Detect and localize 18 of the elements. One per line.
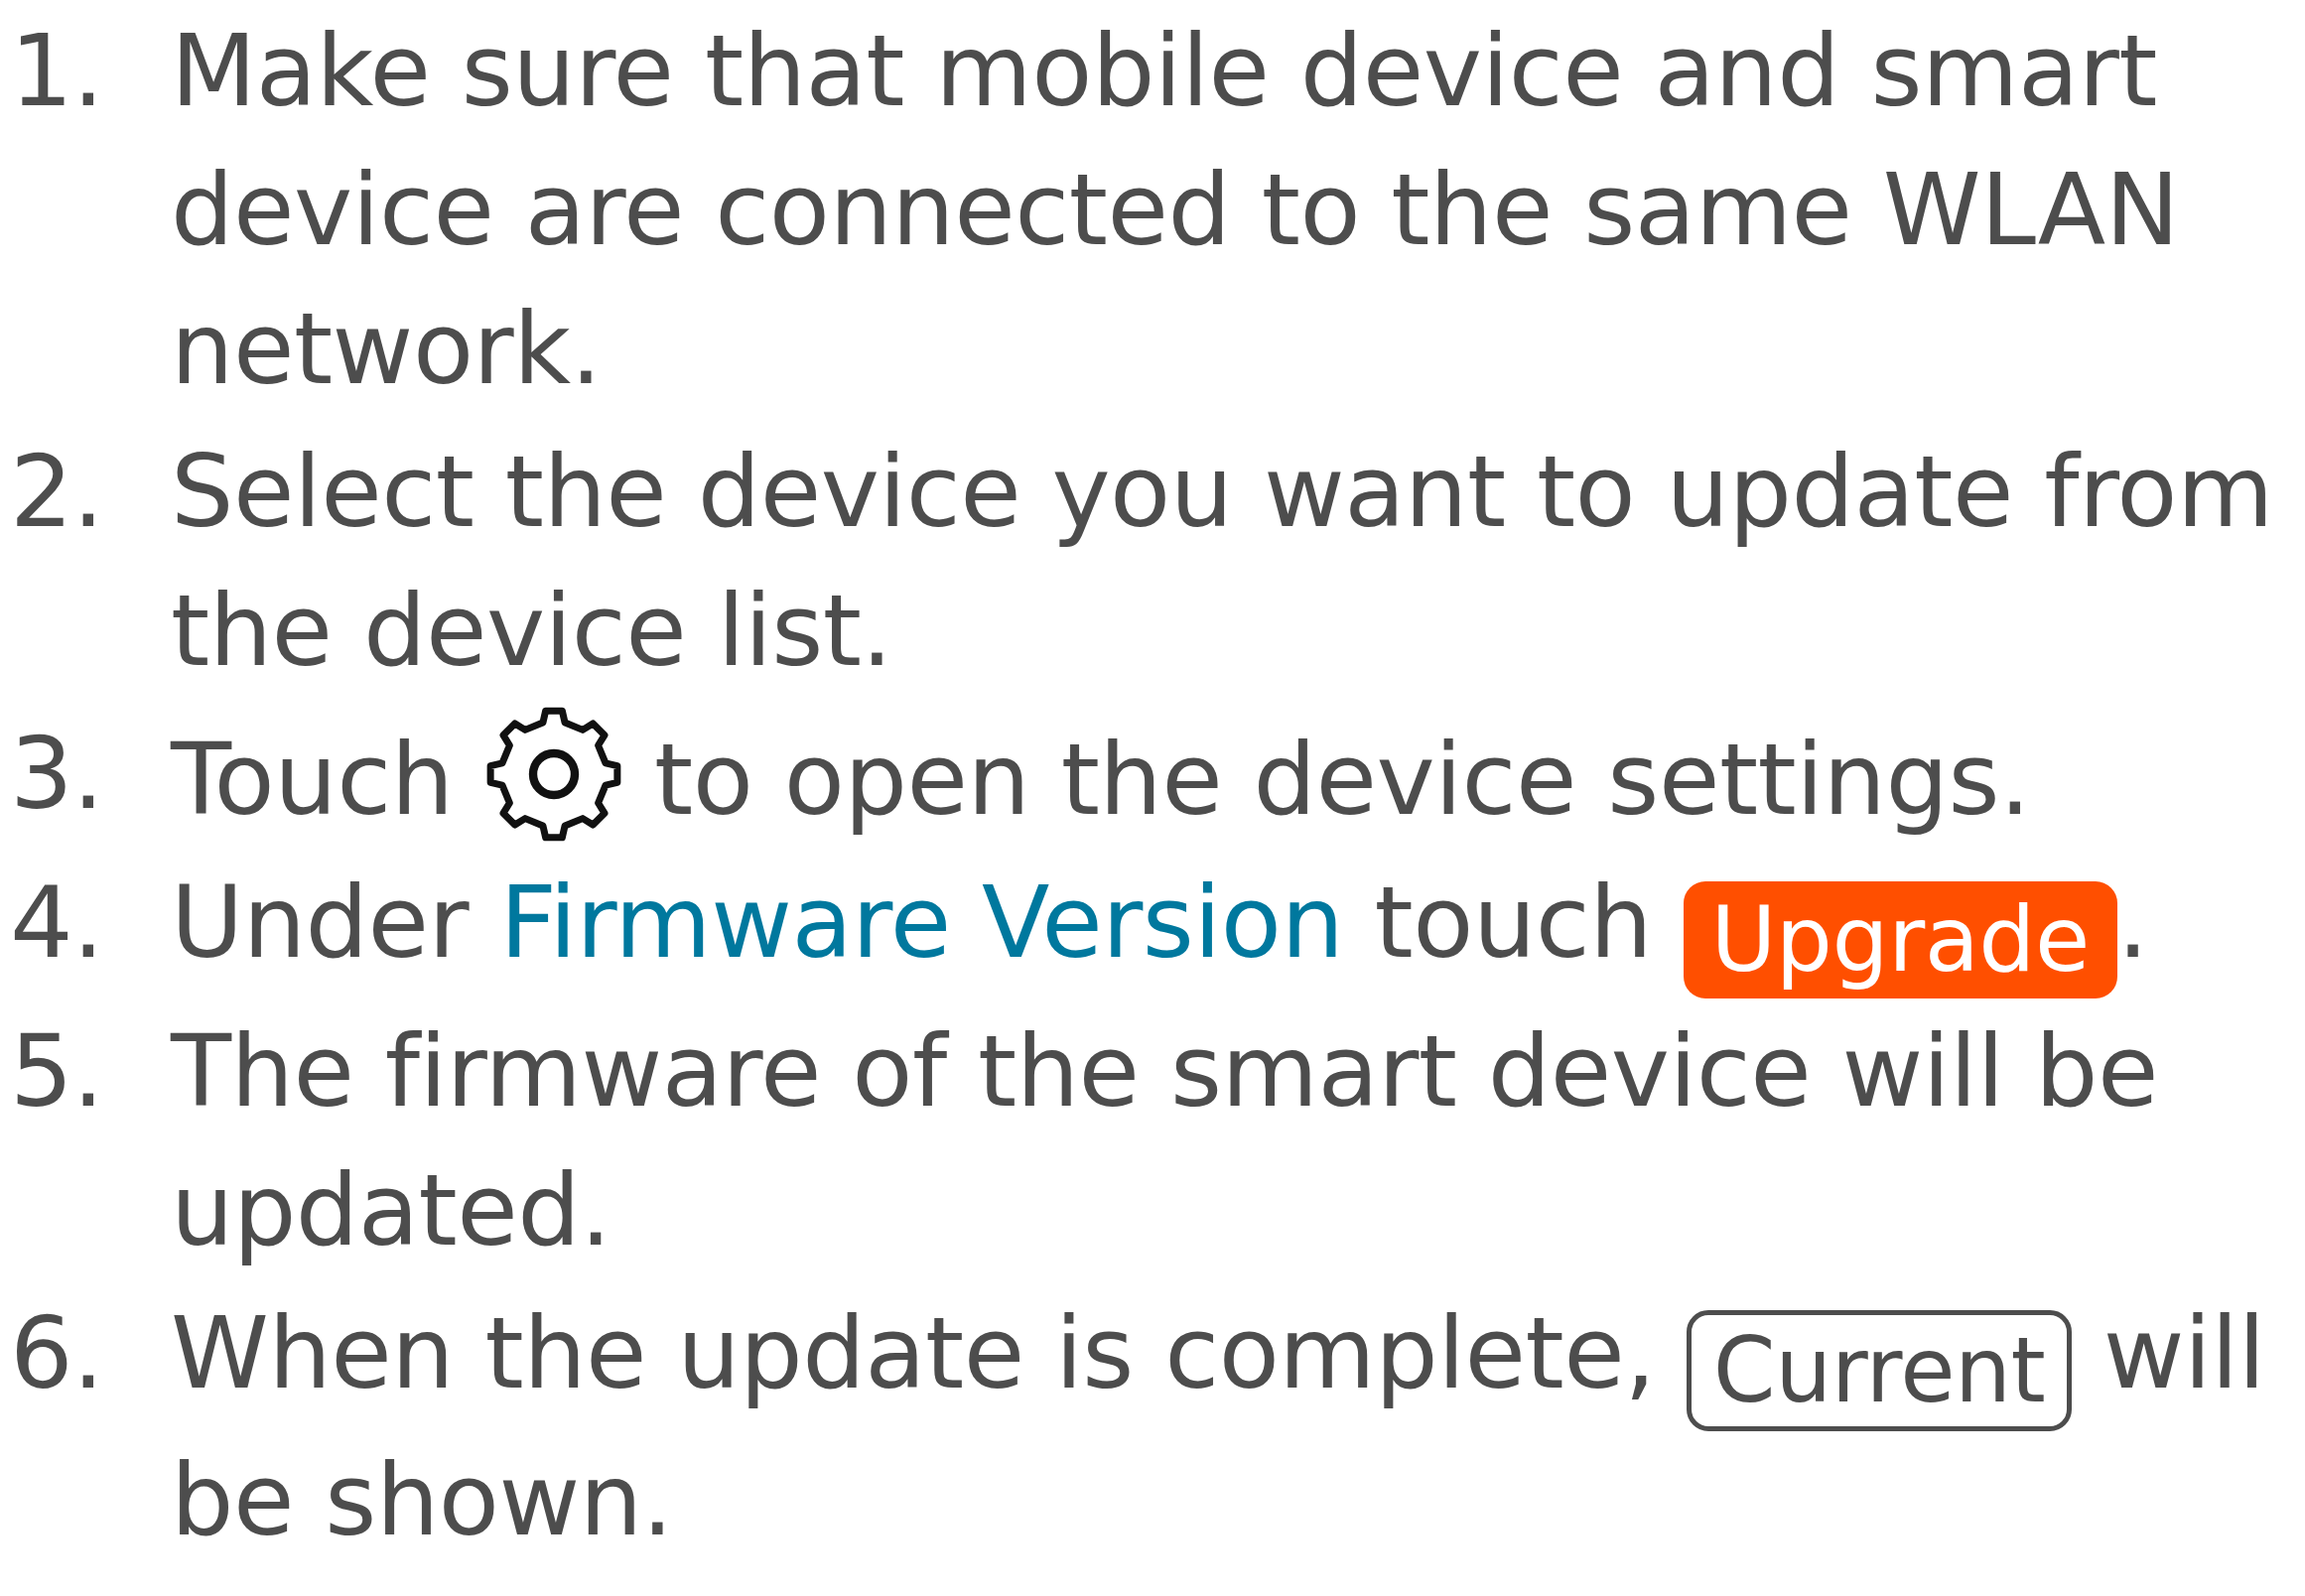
step-number: 6. — [9, 1294, 105, 1413]
step-text: will — [2102, 1295, 2265, 1411]
step-text: Touch — [171, 722, 455, 838]
step-text: be shown. — [171, 1442, 673, 1558]
step-text: touch — [1373, 864, 1654, 981]
step-number: 2. — [9, 433, 105, 552]
step-text: Select the device you want to update from the device list. — [171, 434, 2273, 689]
step-text: Under — [171, 864, 471, 981]
step-text: Make sure that mobile device and smart device are connected to the same WLAN network. — [171, 13, 2179, 407]
step-number: 5. — [9, 1012, 105, 1131]
step-number: 3. — [9, 715, 105, 834]
setting-name: Firmware Version — [499, 864, 1344, 981]
step-number: 1. — [9, 12, 105, 131]
step-number: 4. — [9, 864, 105, 983]
step-text: . — [2116, 864, 2149, 981]
step-text: When the update is complete, — [171, 1295, 1657, 1411]
step-text: to open the device settings. — [653, 722, 2031, 838]
step-text: The firmware of the smart device will be updated. — [171, 1013, 2158, 1268]
